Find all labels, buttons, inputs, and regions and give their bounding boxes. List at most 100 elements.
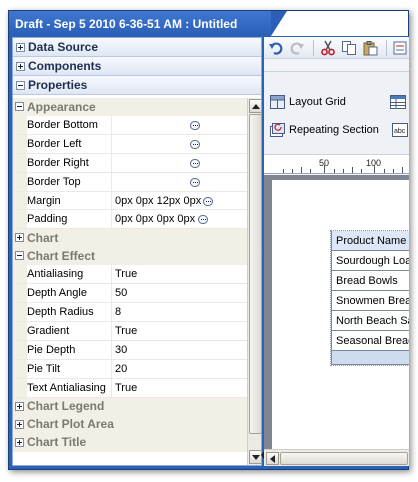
- row-gutter: [13, 153, 27, 172]
- category-label: Chart Title: [27, 435, 87, 450]
- category-chart-title[interactable]: Chart Title: [13, 433, 247, 452]
- collapse-icon: [16, 80, 25, 90]
- repeating-section-item[interactable]: Repeating Section: [270, 121, 379, 139]
- property-scrollbar[interactable]: [247, 98, 261, 465]
- property-value[interactable]: True: [112, 379, 247, 397]
- category-chart-effect[interactable]: Chart Effect: [13, 247, 247, 266]
- design-canvas[interactable]: Product Name Sourdough Loaves Bread Bowl…: [264, 175, 409, 460]
- property-name: Padding: [27, 210, 112, 229]
- property-value[interactable]: [112, 154, 247, 172]
- table-row[interactable]: North Beach Sandwiches: [331, 311, 409, 331]
- scroll-thumb[interactable]: [249, 114, 261, 434]
- ruler-tick: [402, 167, 403, 173]
- property-value[interactable]: 30: [112, 341, 247, 359]
- category-chart-legend[interactable]: Chart Legend: [13, 397, 247, 416]
- ruler-tick: [334, 169, 335, 173]
- expand-icon: [15, 401, 24, 411]
- table-header[interactable]: Product Name: [331, 231, 409, 251]
- table-row[interactable]: Sourdough Loaves: [331, 251, 409, 271]
- property-value[interactable]: True: [112, 322, 247, 340]
- property-value[interactable]: True: [112, 265, 247, 283]
- property-value[interactable]: 8: [112, 303, 247, 321]
- table-footer[interactable]: [331, 351, 409, 365]
- property-name: Border Top: [27, 172, 112, 191]
- copy-icon[interactable]: [341, 40, 357, 56]
- property-value-text: 0px 0px 0px 0px: [115, 213, 196, 226]
- property-value[interactable]: 20: [112, 360, 247, 378]
- layout-grid-icon: [270, 95, 285, 109]
- ellipsis-button-icon[interactable]: [190, 177, 200, 187]
- repeating-section-label: Repeating Section: [289, 124, 379, 136]
- category-chart[interactable]: Chart: [13, 229, 247, 248]
- document-tab[interactable]: Draft - Sep 5 2010 6-36-51 AM : Untitled: [9, 11, 271, 36]
- property-row[interactable]: Pie Tilt 20: [13, 359, 247, 379]
- property-row[interactable]: Border Left: [13, 134, 247, 154]
- property-row[interactable]: Padding 0px 0px 0px 0px: [13, 210, 247, 230]
- ruler-tick: [384, 169, 385, 173]
- row-gutter: [13, 340, 27, 359]
- category-label: Appearance: [27, 99, 96, 114]
- repeating-table[interactable]: Product Name Sourdough Loaves Bread Bowl…: [330, 230, 409, 366]
- property-value[interactable]: 0px 0px 0px 0px: [112, 210, 247, 228]
- category-chart-plot-area[interactable]: Chart Plot Area: [13, 415, 247, 434]
- table-row[interactable]: Bread Bowls: [331, 271, 409, 291]
- property-row[interactable]: Depth Radius 8: [13, 303, 247, 323]
- property-row[interactable]: Border Right: [13, 153, 247, 173]
- property-row[interactable]: Antialiasing True: [13, 265, 247, 285]
- ruler-tick: [361, 169, 362, 173]
- section-properties[interactable]: Properties: [13, 76, 261, 95]
- property-value[interactable]: 0px 0px 12px 0px: [112, 192, 247, 210]
- property-value[interactable]: [112, 173, 247, 191]
- ellipsis-button-icon[interactable]: [190, 121, 200, 130]
- row-gutter: [13, 378, 27, 397]
- cut-icon[interactable]: [320, 40, 336, 56]
- canvas-horizontal-scrollbar[interactable]: [264, 449, 409, 466]
- table-row[interactable]: Snowmen Bread: [331, 291, 409, 311]
- layout-grid-item[interactable]: Layout Grid: [270, 93, 346, 111]
- property-row[interactable]: Margin 0px 0px 12px 0px: [13, 191, 247, 211]
- scroll-up-button[interactable]: [249, 99, 261, 113]
- row-gutter: [13, 134, 27, 153]
- property-row[interactable]: Depth Angle 50: [13, 284, 247, 304]
- ellipsis-button-icon[interactable]: [190, 158, 200, 168]
- toolbar-separator: [386, 40, 387, 56]
- row-gutter: [13, 359, 27, 378]
- section-data-source[interactable]: Data Source: [13, 38, 261, 57]
- table-icon[interactable]: [390, 94, 406, 110]
- property-name: Gradient: [27, 322, 112, 340]
- ellipsis-button-icon[interactable]: [190, 139, 200, 149]
- arrow-up-icon: [252, 104, 260, 109]
- property-grid: Appearance Border Bottom Border Left Bor…: [13, 98, 247, 465]
- property-value[interactable]: [112, 135, 247, 153]
- section-components[interactable]: Components: [13, 57, 261, 76]
- expand-icon: [15, 437, 24, 447]
- property-row[interactable]: Border Top: [13, 172, 247, 192]
- redo-icon[interactable]: [289, 40, 305, 56]
- report-page[interactable]: Product Name Sourdough Loaves Bread Bowl…: [272, 180, 409, 460]
- layout-grid-label: Layout Grid: [289, 96, 346, 108]
- scroll-left-button[interactable]: [266, 452, 279, 465]
- paste-icon[interactable]: [362, 40, 378, 56]
- control-palette: Layout Grid Repeating Section abc: [264, 71, 409, 155]
- undo-icon[interactable]: [268, 40, 284, 56]
- text-box-icon[interactable]: abc: [392, 123, 408, 137]
- toolbar-separator: [313, 40, 314, 56]
- table-row[interactable]: Seasonal Bread: [331, 331, 409, 351]
- ellipsis-button-icon[interactable]: [203, 196, 213, 206]
- property-row[interactable]: Text Antialiasing True: [13, 378, 247, 398]
- ellipsis-button-icon[interactable]: [198, 215, 208, 225]
- scroll-thumb[interactable]: [280, 452, 408, 465]
- edit-toolbar: [264, 37, 409, 59]
- ruler-tick: [301, 167, 302, 173]
- section-label: Data Source: [28, 40, 99, 54]
- property-value[interactable]: 50: [112, 284, 247, 302]
- section-label: Components: [28, 59, 102, 73]
- category-appearance[interactable]: Appearance: [13, 98, 247, 116]
- document-tab-edge: [271, 11, 287, 36]
- property-row[interactable]: Pie Depth 30: [13, 340, 247, 360]
- format-icon[interactable]: [392, 40, 408, 56]
- row-gutter: [13, 172, 27, 191]
- property-value[interactable]: [112, 116, 247, 134]
- property-row[interactable]: Gradient True: [13, 322, 247, 341]
- property-row[interactable]: Border Bottom: [13, 116, 247, 135]
